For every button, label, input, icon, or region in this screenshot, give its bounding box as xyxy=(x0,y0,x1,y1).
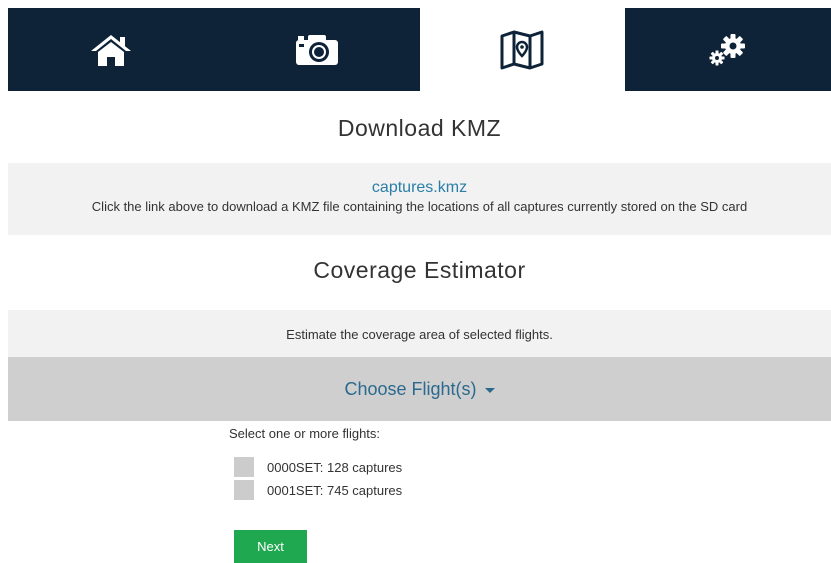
tab-settings[interactable] xyxy=(625,8,831,91)
home-icon xyxy=(90,34,131,66)
map-icon xyxy=(500,30,544,69)
kmz-download-link[interactable]: captures.kmz xyxy=(372,179,467,197)
coverage-estimator-title: Coverage Estimator xyxy=(313,257,526,283)
caret-down-icon xyxy=(484,387,495,393)
kmz-description: Click the link above to download a KMZ f… xyxy=(91,199,748,214)
next-button[interactable]: Next xyxy=(234,530,307,563)
choose-flights-dropdown[interactable]: Choose Flight(s) xyxy=(8,357,831,421)
flight-label: 0000SET: 128 captures xyxy=(267,459,403,475)
flight-option: 0001SET: 745 captures xyxy=(234,480,402,500)
download-kmz-title: Download KMZ xyxy=(337,115,502,141)
tab-map[interactable] xyxy=(419,8,626,91)
tab-camera[interactable] xyxy=(213,8,420,91)
gears-icon xyxy=(709,33,746,65)
coverage-description: Estimate the coverage area of selected f… xyxy=(286,326,553,342)
flight-checkbox[interactable] xyxy=(234,480,254,500)
flight-label: 0001SET: 745 captures xyxy=(267,482,403,498)
coverage-description-panel: Estimate the coverage area of selected f… xyxy=(8,310,831,358)
flight-option: 0000SET: 128 captures xyxy=(234,457,402,477)
nav-tabs xyxy=(8,8,831,91)
kmz-panel: captures.kmz Click the link above to dow… xyxy=(8,163,831,235)
dropdown-label: Choose Flight(s) xyxy=(344,378,477,399)
tab-home[interactable] xyxy=(8,8,214,91)
select-flights-label: Select one or more flights: xyxy=(229,426,381,441)
flight-checkbox[interactable] xyxy=(234,457,254,477)
camera-icon xyxy=(295,34,338,65)
